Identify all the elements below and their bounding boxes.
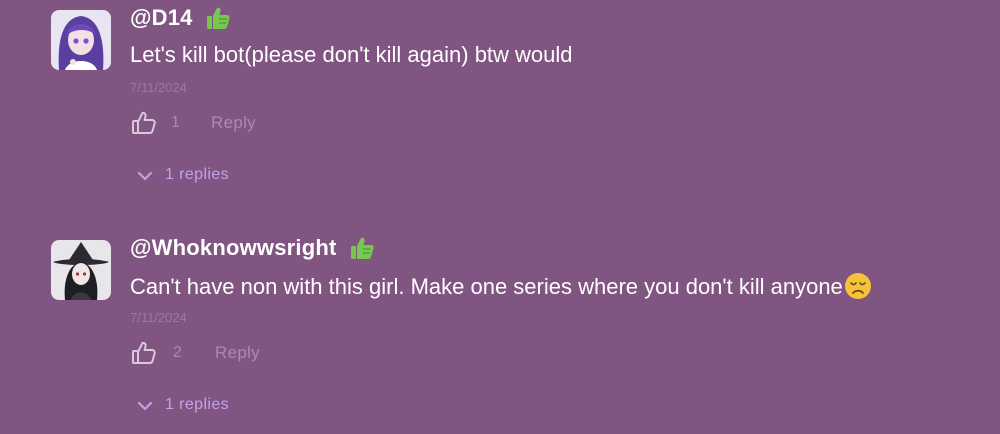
comment-item: @Whoknowwsright Can't have non with this… bbox=[0, 230, 1000, 430]
chevron-down-icon bbox=[137, 399, 153, 411]
reply-button[interactable]: Reply bbox=[215, 343, 260, 363]
thumbs-up-emoji-icon bbox=[205, 6, 231, 30]
comment-text-body: Can't have non with this girl. Make one … bbox=[130, 274, 843, 299]
comment-actions: 2 Reply bbox=[131, 340, 260, 366]
replies-count-label: 1 replies bbox=[165, 166, 230, 183]
comment-text: Let's kill bot(please don't kill again) … bbox=[130, 42, 573, 67]
chevron-down-icon bbox=[137, 169, 153, 181]
view-replies-button[interactable]: 1 replies bbox=[137, 166, 229, 184]
like-count: 1 bbox=[171, 114, 180, 131]
comment-text: Can't have non with this girl. Make one … bbox=[130, 272, 872, 300]
comment-item: @D14 Let's kill bot(please don't kill ag… bbox=[0, 0, 1000, 200]
avatar[interactable] bbox=[51, 240, 111, 300]
replies-count-label: 1 replies bbox=[165, 396, 230, 413]
username[interactable]: @D14 bbox=[130, 5, 193, 31]
avatar[interactable] bbox=[51, 10, 111, 70]
thumbs-up-outline-icon[interactable] bbox=[131, 110, 157, 136]
username[interactable]: @Whoknowwsright bbox=[130, 235, 337, 261]
username-row: @D14 bbox=[130, 5, 231, 31]
comment-date: 7/11/2024 bbox=[130, 310, 187, 325]
thumbs-up-outline-icon[interactable] bbox=[131, 340, 157, 366]
disappointed-face-icon bbox=[844, 272, 872, 300]
reply-button[interactable]: Reply bbox=[211, 113, 256, 133]
view-replies-button[interactable]: 1 replies bbox=[137, 396, 229, 414]
thumbs-up-emoji-icon bbox=[349, 236, 375, 260]
username-row: @Whoknowwsright bbox=[130, 235, 375, 261]
comment-date: 7/11/2024 bbox=[130, 80, 187, 95]
like-count: 2 bbox=[173, 344, 182, 361]
comment-actions: 1 Reply bbox=[131, 110, 256, 136]
